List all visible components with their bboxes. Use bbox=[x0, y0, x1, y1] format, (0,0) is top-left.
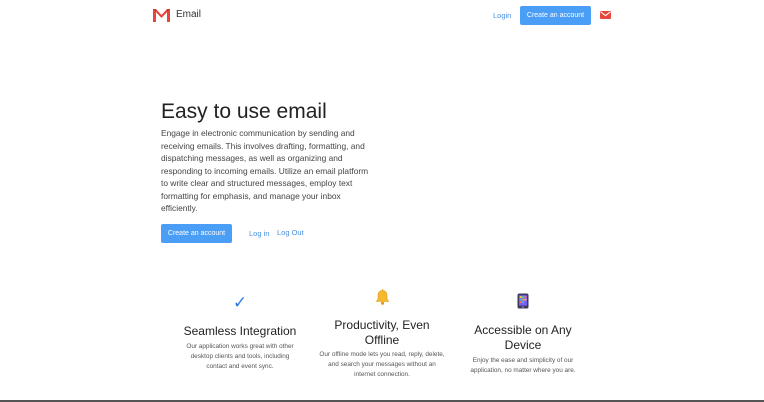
brand-name[interactable]: Email bbox=[176, 9, 201, 21]
hero-login-link[interactable]: Log in bbox=[249, 229, 269, 238]
feature-productivity-offline: Productivity, Even Offline Our offline m… bbox=[318, 289, 446, 380]
login-link[interactable]: Login bbox=[493, 11, 511, 20]
envelope-icon[interactable] bbox=[600, 11, 611, 19]
feature-title: Productivity, Even Offline bbox=[334, 318, 430, 347]
feature-title: Seamless Integration bbox=[183, 324, 297, 338]
create-account-button[interactable]: Create an account bbox=[520, 6, 591, 25]
gmail-logo-icon[interactable] bbox=[153, 9, 170, 22]
mobile-phone-icon bbox=[517, 293, 529, 309]
feature-accessible-any-device: Accessible on Any Device Enjoy the ease … bbox=[463, 293, 583, 376]
feature-text: Enjoy the ease and simplicity of our app… bbox=[470, 357, 576, 374]
hero-description: Engage in electronic communication by se… bbox=[161, 128, 369, 213]
hero-title: Easy to use email bbox=[161, 100, 327, 123]
feature-title: Accessible on Any Device bbox=[474, 323, 572, 352]
top-navbar: Email Login Create an account bbox=[0, 0, 764, 32]
check-mark-icon: ✓ bbox=[232, 293, 248, 312]
feature-text: Our offline mode lets you read, reply, d… bbox=[319, 351, 445, 378]
hero-logout-link[interactable]: Log Out bbox=[277, 228, 304, 237]
feature-text: Our application works great with other d… bbox=[186, 342, 294, 370]
feature-seamless-integration: ✓ Seamless Integration Our application w… bbox=[180, 293, 300, 372]
hero-create-account-button[interactable]: Create an account bbox=[161, 224, 232, 243]
bell-icon bbox=[375, 289, 389, 305]
